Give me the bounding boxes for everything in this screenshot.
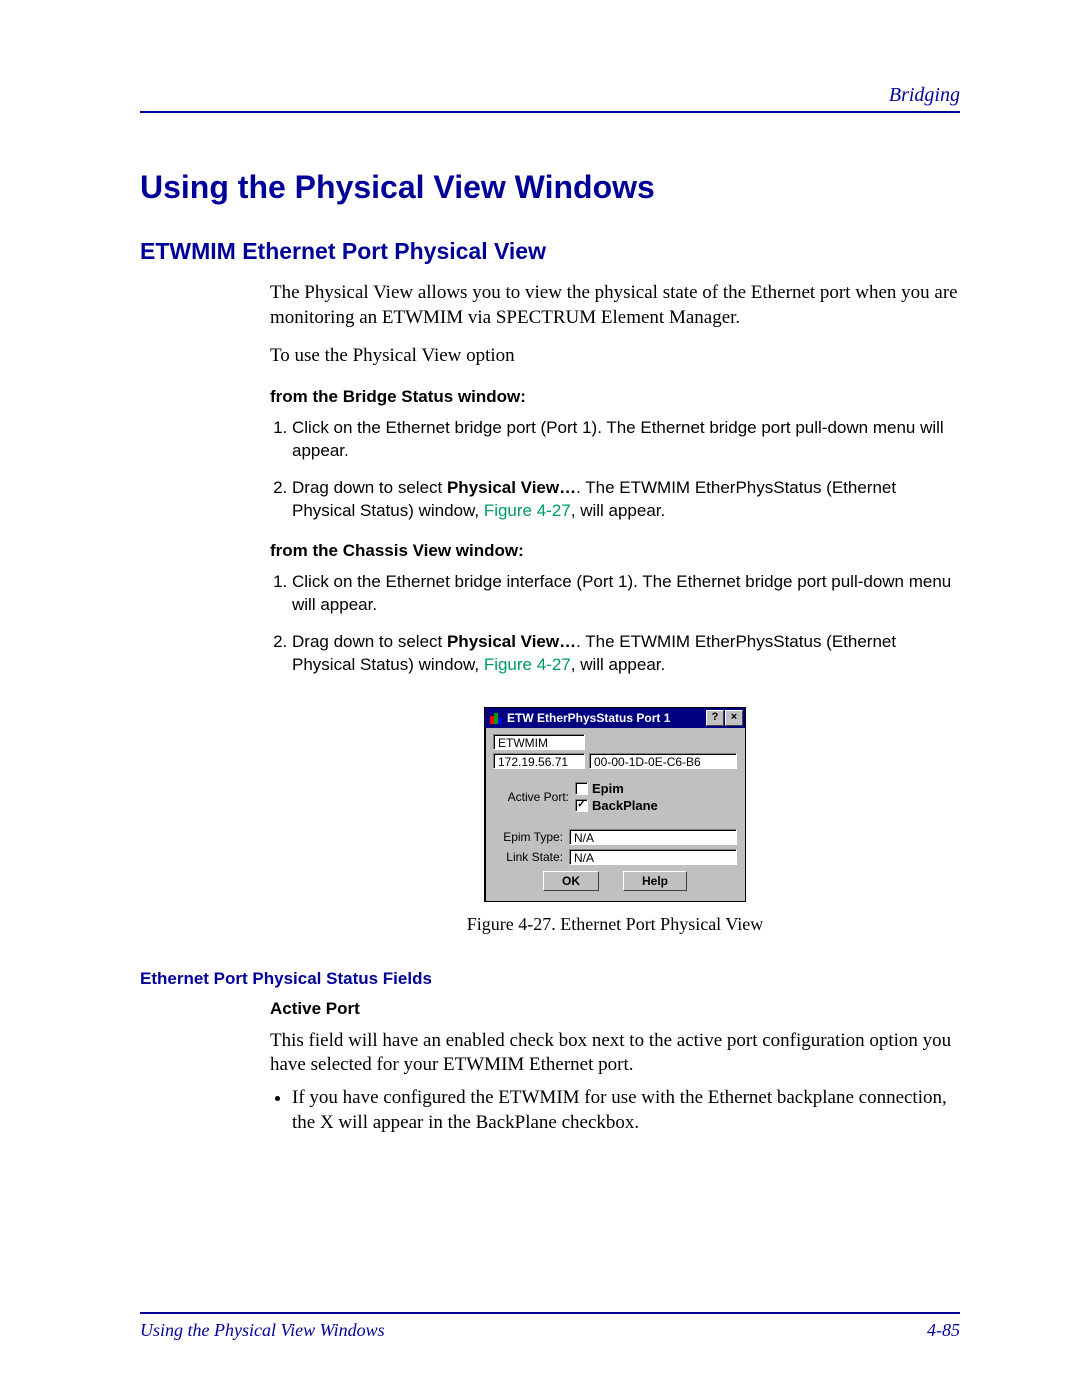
footer-section-title: Using the Physical View Windows [140, 1320, 385, 1341]
text: , will appear. [571, 501, 666, 520]
bold-text: Physical View… [447, 632, 576, 651]
text: Drag down to select [292, 478, 447, 497]
ip-address-field: 172.19.56.71 [493, 753, 585, 769]
subheading-chassis-view: from the Chassis View window: [270, 541, 960, 561]
active-port-label: Active Port: [499, 790, 569, 804]
text: , will appear. [571, 655, 666, 674]
bold-text: Physical View… [447, 478, 576, 497]
list-item: Click on the Ethernet bridge interface (… [292, 571, 960, 617]
chassis-view-steps: Click on the Ethernet bridge interface (… [270, 571, 960, 677]
footer-rule [140, 1312, 960, 1314]
list-item: Drag down to select Physical View…. The … [292, 631, 960, 677]
list-item: If you have configured the ETWMIM for us… [292, 1086, 960, 1135]
figure-ref[interactable]: Figure 4-27 [484, 501, 571, 520]
intro-paragraph: The Physical View allows you to view the… [270, 281, 960, 330]
list-item: Click on the Ethernet bridge port (Port … [292, 417, 960, 463]
epim-checkbox[interactable] [575, 782, 588, 795]
text: Drag down to select [292, 632, 447, 651]
dialog-title: ETW EtherPhysStatus Port 1 [507, 711, 705, 725]
heading-2: ETWMIM Ethernet Port Physical View [140, 238, 960, 265]
page-number: 4-85 [927, 1320, 960, 1341]
backplane-checkbox[interactable]: ✓ [575, 799, 588, 812]
text: Click on the Ethernet bridge port (Port … [292, 418, 944, 460]
text: Click on the Ethernet bridge interface (… [292, 572, 951, 614]
page-header-section: Bridging [140, 84, 960, 107]
help-button-icon[interactable]: ? [706, 710, 724, 726]
backplane-checkbox-label: BackPlane [592, 798, 658, 813]
subheading-bridge-status: from the Bridge Status window: [270, 387, 960, 407]
ok-button[interactable]: OK [543, 871, 599, 891]
active-port-bullets: If you have configured the ETWMIM for us… [270, 1086, 960, 1135]
active-port-heading: Active Port [270, 999, 960, 1019]
help-button[interactable]: Help [623, 871, 687, 891]
mac-address-field: 00-00-1D-0E-C6-B6 [589, 753, 737, 769]
epim-checkbox-label: Epim [592, 781, 624, 796]
device-name-field: ETWMIM [493, 734, 585, 750]
dialog-titlebar[interactable]: ETW EtherPhysStatus Port 1 ? × [485, 708, 745, 728]
figure-ref[interactable]: Figure 4-27 [484, 655, 571, 674]
bridge-status-steps: Click on the Ethernet bridge port (Port … [270, 417, 960, 523]
epim-type-label: Epim Type: [493, 830, 563, 844]
list-item: Drag down to select Physical View…. The … [292, 477, 960, 523]
heading-1: Using the Physical View Windows [140, 169, 960, 206]
link-state-label: Link State: [493, 850, 563, 864]
epim-type-field: N/A [569, 829, 737, 845]
fields-heading: Ethernet Port Physical Status Fields [140, 969, 960, 989]
close-icon[interactable]: × [725, 710, 743, 726]
dialog-etherphysstatus: ETW EtherPhysStatus Port 1 ? × ETWMIM 17… [484, 707, 746, 902]
page-footer: Using the Physical View Windows 4-85 [140, 1304, 960, 1341]
link-state-field: N/A [569, 849, 737, 865]
figure-caption: Figure 4-27. Ethernet Port Physical View [270, 914, 960, 935]
header-rule [140, 111, 960, 113]
active-port-description: This field will have an enabled check bo… [270, 1029, 960, 1078]
app-icon [489, 711, 503, 725]
lead-paragraph: To use the Physical View option [270, 344, 960, 369]
